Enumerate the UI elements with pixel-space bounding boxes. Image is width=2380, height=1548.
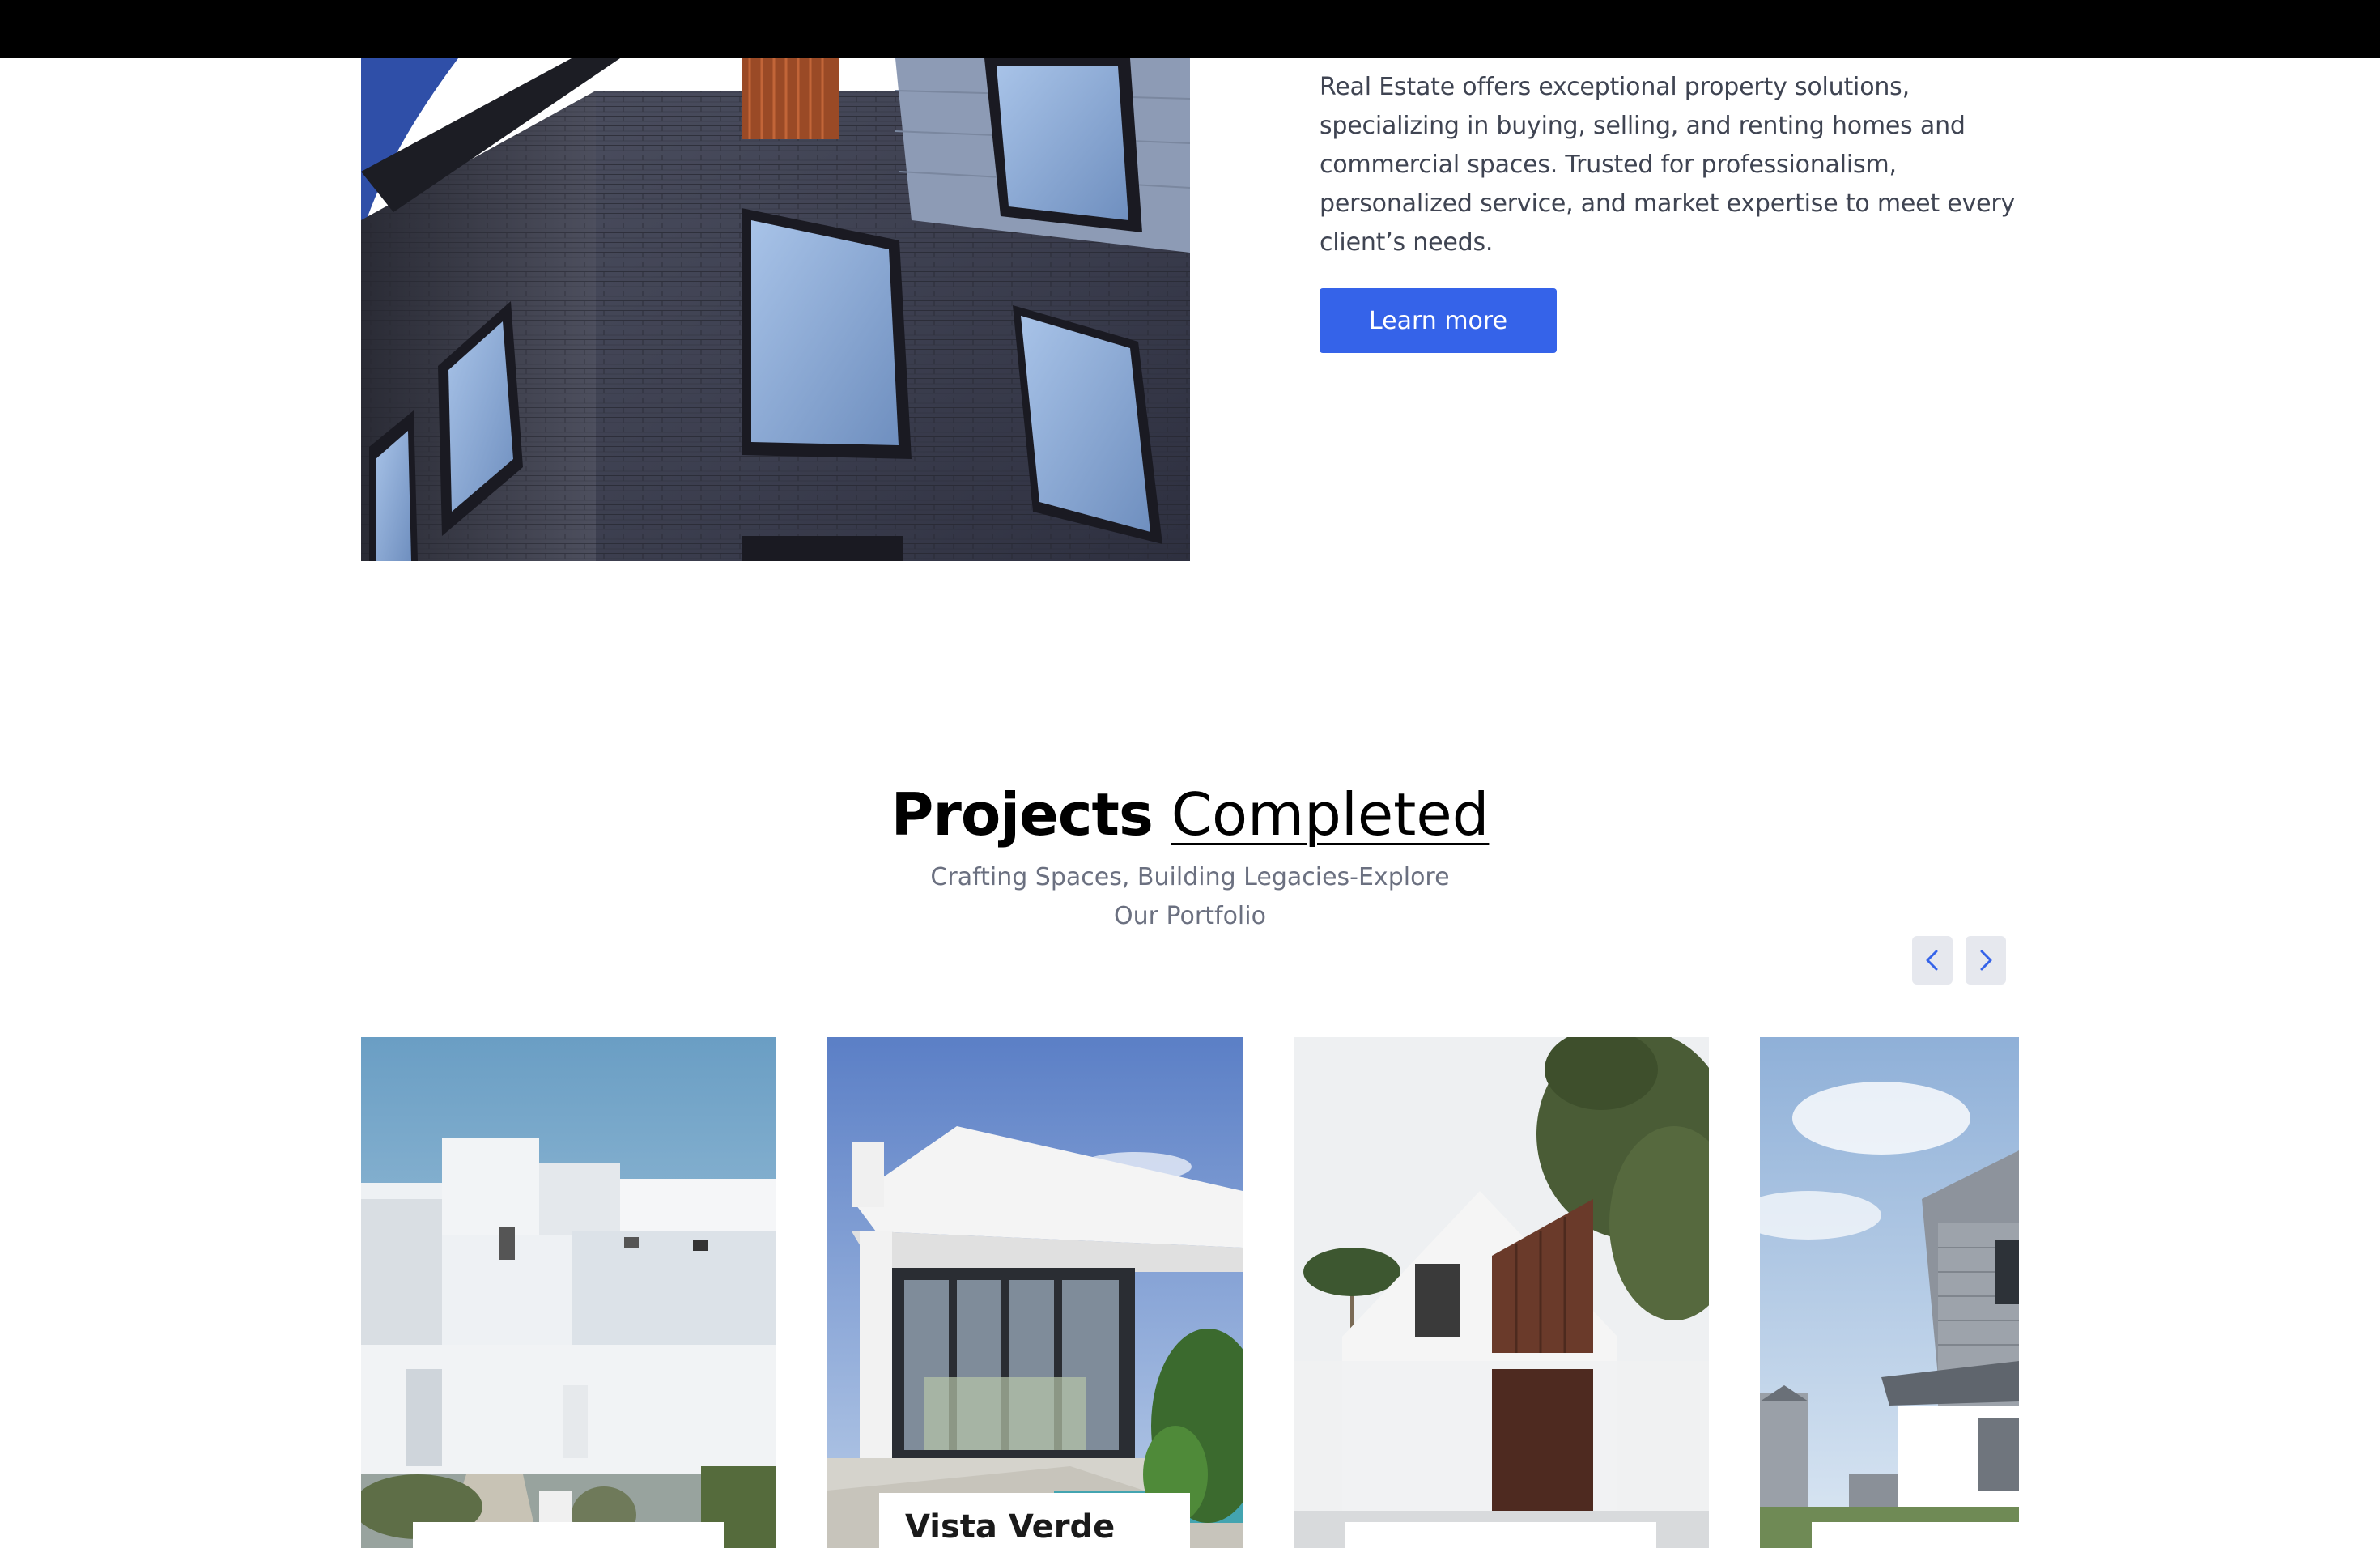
project-card[interactable] bbox=[361, 1037, 776, 1548]
project-card-label bbox=[1812, 1522, 2019, 1548]
project-card[interactable]: Vista Verde bbox=[827, 1037, 1243, 1548]
top-navigation-bar bbox=[0, 0, 2380, 58]
learn-more-button[interactable]: Learn more bbox=[1320, 288, 1557, 353]
project-card-image bbox=[827, 1037, 1243, 1548]
project-card-image bbox=[1760, 1037, 2019, 1548]
project-card[interactable] bbox=[1760, 1037, 2019, 1548]
project-card-image bbox=[361, 1037, 776, 1548]
project-card-label bbox=[413, 1522, 724, 1548]
about-description: Real Estate offers exceptional property … bbox=[1320, 73, 2016, 257]
carousel-prev-button[interactable] bbox=[1912, 936, 1953, 985]
projects-heading: Projects Completed bbox=[0, 776, 2380, 853]
project-card-label: Vista Verde bbox=[879, 1493, 1190, 1548]
project-card-label bbox=[1345, 1522, 1656, 1548]
chevron-right-icon bbox=[1980, 950, 1992, 971]
projects-subtitle-line2: Our Portfolio bbox=[1114, 902, 1266, 930]
projects-heading-underlined: Completed bbox=[1171, 780, 1490, 848]
projects-heading-bold: Projects bbox=[890, 780, 1154, 848]
chevron-left-icon bbox=[1926, 950, 1938, 971]
project-card[interactable] bbox=[1294, 1037, 1709, 1548]
carousel-next-button[interactable] bbox=[1966, 936, 2006, 985]
projects-subtitle-line1: Crafting Spaces, Building Legacies-Explo… bbox=[930, 863, 1450, 891]
project-card-image bbox=[1294, 1037, 1709, 1548]
hero-building-image bbox=[361, 58, 1190, 561]
projects-subtitle: Crafting Spaces, Building Legacies-Explo… bbox=[907, 858, 1473, 936]
